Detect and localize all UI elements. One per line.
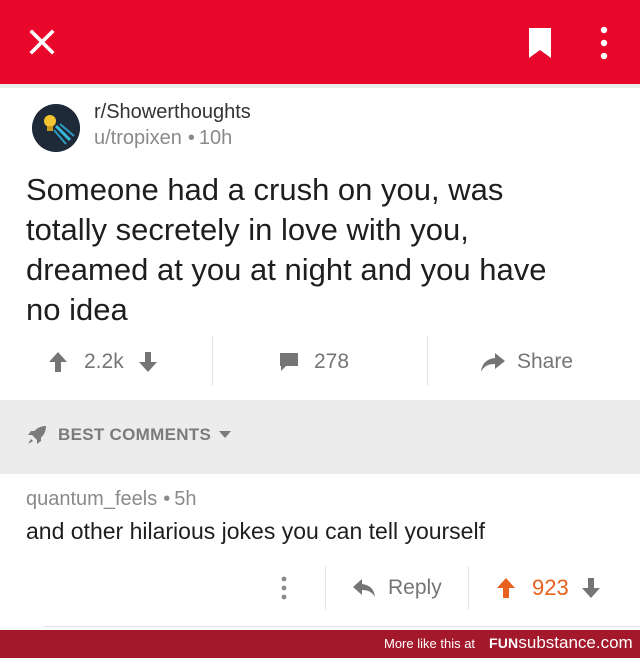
sort-dropdown[interactable]: BEST COMMENTS xyxy=(26,424,232,446)
comment-age: 5h xyxy=(174,488,197,510)
more-vert-icon xyxy=(281,576,287,600)
comment-vote-group: 923 xyxy=(496,566,601,610)
brand-prefix: FUN xyxy=(489,635,519,651)
subreddit-avatar[interactable] xyxy=(32,104,80,152)
upvote-arrow-icon[interactable] xyxy=(48,351,68,373)
comment-sort-bar: BEST COMMENTS xyxy=(0,400,640,474)
avatar-lightbulb xyxy=(32,104,80,152)
upvote-count: 2.2k xyxy=(84,350,124,373)
share-label: Share xyxy=(517,350,574,373)
comment-bubble-icon xyxy=(280,353,298,371)
action-divider xyxy=(468,566,469,610)
comment-divider xyxy=(44,626,640,627)
comment-score: 923 xyxy=(532,575,569,600)
chevron-down-icon xyxy=(219,431,232,438)
bookmark-icon[interactable] xyxy=(526,27,554,59)
meta-separator: • xyxy=(163,488,171,510)
post-age: 10h xyxy=(198,127,233,149)
share-button[interactable]: Share xyxy=(480,336,573,388)
watermark-brand: FUNsubstance.com xyxy=(489,633,633,653)
meta-separator: • xyxy=(187,127,195,149)
downvote-arrow-icon[interactable] xyxy=(581,577,601,599)
comments-button[interactable]: 278 xyxy=(278,336,349,388)
sort-label: BEST COMMENTS xyxy=(58,425,212,444)
comment-meta: quantum_feels • 5h xyxy=(26,488,196,511)
comment-body: and other hilarious jokes you can tell y… xyxy=(26,518,485,544)
subreddit-name[interactable]: r/Showerthoughts xyxy=(94,101,251,124)
comment-author[interactable]: quantum_feels xyxy=(26,488,157,510)
post-meta: u/tropixen • 10h xyxy=(94,127,232,150)
post-header: r/Showerthoughts u/tropixen • 10h xyxy=(32,100,592,156)
app-bar-shadow xyxy=(0,84,640,88)
comment-actions: Reply 923 xyxy=(0,566,640,610)
close-icon[interactable] xyxy=(28,28,56,56)
downvote-arrow-icon[interactable] xyxy=(138,351,158,373)
post-actions: 2.2k 278 Share xyxy=(0,336,640,388)
reply-arrow-icon xyxy=(353,579,375,597)
post-title: Someone had a crush on you, was totally … xyxy=(26,172,547,327)
rocket-icon xyxy=(28,426,46,444)
watermark-text: More like this at xyxy=(384,636,476,651)
watermark-bar: More like this at FUNsubstance.com xyxy=(0,630,640,658)
post-author[interactable]: u/tropixen xyxy=(94,127,182,149)
app-bar xyxy=(0,0,640,84)
comment-count: 278 xyxy=(314,350,350,373)
reply-button[interactable]: Reply xyxy=(352,566,442,610)
brand-suffix: substance.com xyxy=(518,633,633,652)
action-divider xyxy=(427,336,428,386)
action-divider xyxy=(325,566,326,610)
action-divider xyxy=(212,336,213,386)
more-vert-icon[interactable] xyxy=(594,26,614,60)
comment-more-button[interactable] xyxy=(280,566,288,610)
vote-group: 2.2k xyxy=(48,336,158,388)
share-arrow-icon xyxy=(481,353,505,372)
upvote-arrow-icon[interactable] xyxy=(496,577,516,599)
reply-label: Reply xyxy=(388,576,442,599)
